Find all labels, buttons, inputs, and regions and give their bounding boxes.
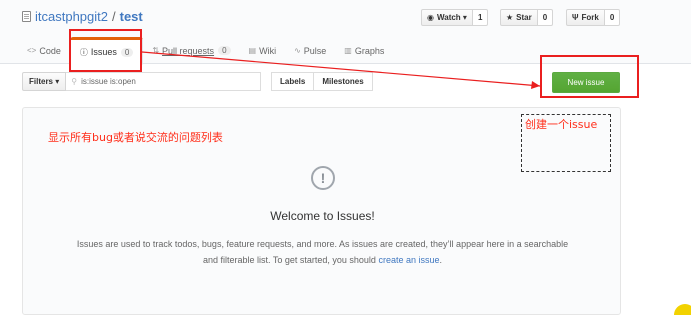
repo-icon [22, 11, 31, 22]
code-icon: <> [27, 46, 37, 55]
watch-group: ◉ Watch ▾ 1 [421, 9, 489, 26]
tab-graphs[interactable]: ▥ Graphs [335, 37, 393, 64]
tab-wiki[interactable]: ▤ Wiki [240, 37, 286, 64]
book-icon: ▤ [248, 46, 257, 55]
issue-search-input[interactable]: ⚲ is:issue is:open [66, 72, 262, 91]
watch-label: Watch ▾ [436, 13, 467, 22]
annotation-arrowhead [531, 81, 540, 89]
tab-code-label: Code [39, 45, 61, 56]
labels-button[interactable]: Labels [271, 72, 315, 91]
fork-label: Fork [581, 13, 599, 22]
blankslate-desc-line1: Issues are used to track todos, bugs, fe… [76, 239, 569, 249]
tab-pull-requests-label: Pull requests [162, 45, 215, 56]
eye-icon: ◉ [427, 13, 434, 22]
tab-pulse[interactable]: ∿ Pulse [285, 37, 335, 64]
watch-count[interactable]: 1 [472, 9, 489, 26]
cursor-highlight [674, 304, 691, 315]
watch-button[interactable]: ◉ Watch ▾ [421, 9, 473, 26]
tab-pulse-label: Pulse [303, 45, 327, 56]
search-value: is:issue is:open [81, 77, 136, 86]
star-label: Star [516, 13, 532, 22]
search-icon: ⚲ [71, 77, 78, 86]
tab-code[interactable]: <> Code [18, 37, 70, 64]
blankslate-description: Issues are used to track todos, bugs, fe… [63, 236, 582, 268]
labels-milestones-group: Labels Milestones [271, 72, 373, 91]
blankslate-desc-period: . [439, 255, 443, 265]
issue-opened-icon: ! [311, 166, 335, 190]
tab-wiki-label: Wiki [259, 45, 277, 56]
pulse-icon: ∿ [294, 46, 301, 55]
star-button[interactable]: ★ Star [500, 9, 538, 26]
star-count[interactable]: 0 [537, 9, 554, 26]
blankslate-title: Welcome to Issues! [270, 209, 375, 223]
graph-icon: ▥ [344, 46, 352, 55]
fork-button[interactable]: Ψ Fork [566, 9, 605, 26]
repo-owner-link[interactable]: itcastphpgit2 [35, 9, 108, 24]
repo-separator: / [112, 9, 116, 24]
filters-button[interactable]: Filters ▾ [22, 72, 67, 91]
blankslate-desc-line2: and filterable list. To get started, you… [202, 255, 376, 265]
fork-group: Ψ Fork 0 [566, 9, 621, 26]
git-pull-request-icon: ⇅ [152, 46, 160, 55]
issues-list-annotation: 显示所有bug或者说交流的问题列表 [48, 131, 223, 144]
fork-count[interactable]: 0 [604, 9, 621, 26]
milestones-button[interactable]: Milestones [314, 72, 373, 91]
repo-title: itcastphpgit2 / test [22, 9, 143, 24]
issues-tab-highlight-box [69, 29, 142, 72]
pull-requests-counter: 0 [218, 46, 231, 55]
tab-pull-requests[interactable]: ⇅ Pull requests 0 [143, 37, 239, 64]
create-issue-link[interactable]: create an issue [378, 255, 439, 265]
new-issue-highlight-box [540, 55, 639, 98]
filter-bar: Filters ▾ ⚲ is:issue is:open Labels Mile… [22, 72, 373, 91]
repo-forked-icon: Ψ [572, 13, 579, 22]
repo-name-link[interactable]: test [120, 9, 143, 24]
star-icon: ★ [506, 13, 514, 22]
star-group: ★ Star 0 [500, 9, 554, 26]
annotation-dashed-box [521, 114, 611, 172]
tab-graphs-label: Graphs [354, 45, 385, 56]
